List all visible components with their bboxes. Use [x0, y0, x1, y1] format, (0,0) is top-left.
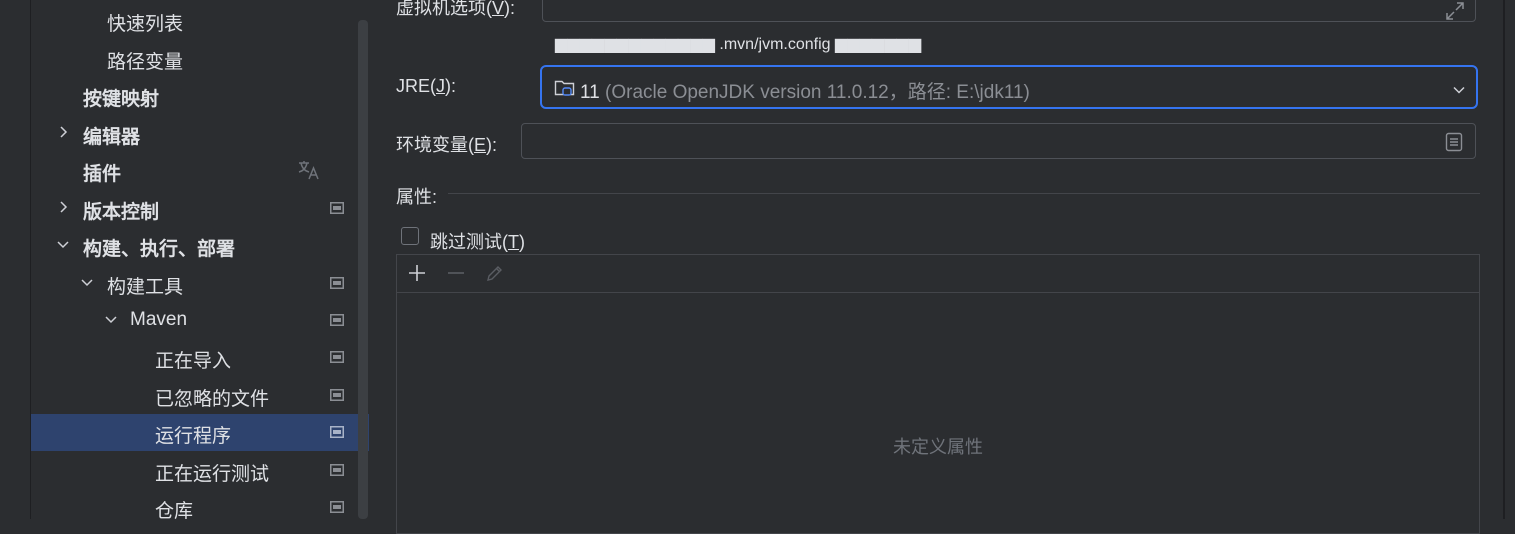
- sidebar-item-label: 快速列表: [107, 14, 184, 35]
- project-scope-icon: [330, 202, 344, 214]
- env-vars-label: 环境变量(E):: [396, 135, 498, 155]
- sidebar-item-label: 构建、执行、部署: [83, 239, 236, 260]
- project-scope-icon: [330, 351, 344, 363]
- sidebar-item-label: 正在导入: [155, 351, 232, 372]
- translate-icon: [297, 159, 321, 181]
- expand-icon[interactable]: [1445, 1, 1465, 21]
- sidebar-item-build-execution-deployment[interactable]: 构建、执行、部署: [31, 227, 369, 264]
- sidebar-item-ignored-files[interactable]: 已忽略的文件: [31, 377, 369, 414]
- sidebar-scrollbar[interactable]: [358, 20, 368, 519]
- jre-combobox[interactable]: 11 (Oracle OpenJDK version 11.0.12，路径: E…: [540, 65, 1478, 109]
- sidebar-item-label: 正在运行测试: [155, 464, 270, 485]
- chevron-down-icon[interactable]: [1452, 81, 1466, 95]
- sidebar-item-build-tools[interactable]: 构建工具: [31, 265, 369, 302]
- sidebar-item-label: 版本控制: [83, 202, 160, 223]
- sidebar-item-label: 编辑器: [83, 127, 141, 148]
- jre-label: JRE(J):: [396, 76, 456, 96]
- project-scope-icon: [330, 501, 344, 513]
- folder-jdk-icon: [554, 78, 576, 98]
- project-scope-icon: [330, 426, 344, 438]
- chevron-right-icon[interactable]: [55, 199, 71, 215]
- project-scope-icon: [330, 277, 344, 289]
- sidebar-item-runner[interactable]: 运行程序: [31, 414, 369, 451]
- skip-tests-label[interactable]: 跳过测试(T): [430, 228, 525, 254]
- sidebar-item-label: 按键映射: [83, 89, 160, 110]
- chevron-down-icon[interactable]: [55, 236, 71, 252]
- project-scope-icon: [330, 314, 344, 326]
- sidebar-item-label: 已忽略的文件: [155, 389, 270, 410]
- settings-sidebar: 快速列表 路径变量 按键映射 编辑器 插件 版本控制 构建、执行、部署 构建工具…: [31, 0, 369, 522]
- sidebar-item-path-variables[interactable]: 路径变量: [31, 40, 369, 77]
- sidebar-item-maven[interactable]: Maven: [31, 302, 369, 339]
- sidebar-item-label: Maven: [130, 309, 188, 330]
- skip-tests-checkbox[interactable]: [401, 227, 419, 245]
- document-icon[interactable]: [1445, 132, 1463, 152]
- empty-table-text: 未定义属性: [893, 437, 983, 457]
- sidebar-item-running-tests[interactable]: 正在运行测试: [31, 452, 369, 489]
- sidebar-item-importing[interactable]: 正在导入: [31, 339, 369, 376]
- sidebar-item-label: 路径变量: [107, 52, 184, 73]
- minus-icon[interactable]: [446, 263, 466, 283]
- window-border: [1503, 0, 1505, 519]
- vm-options-hint: ▆▆▆▆▆▆▆▆▆▆▆▆▆ .mvn/jvm.config ▆▆▆▆▆▆▆: [555, 36, 922, 53]
- env-vars-field[interactable]: [521, 123, 1476, 159]
- sidebar-item-label: 插件: [83, 164, 122, 185]
- properties-label: 属性:: [396, 187, 438, 207]
- vm-options-field[interactable]: [542, 0, 1476, 22]
- project-scope-icon: [330, 464, 344, 476]
- chevron-right-icon[interactable]: [55, 124, 71, 140]
- chevron-down-icon[interactable]: [79, 274, 95, 290]
- pencil-icon[interactable]: [485, 263, 505, 283]
- sidebar-item-version-control[interactable]: 版本控制: [31, 190, 369, 227]
- properties-table[interactable]: 未定义属性: [396, 254, 1480, 534]
- sidebar-item-keymap[interactable]: 按键映射: [31, 77, 369, 114]
- sidebar-item-repositories[interactable]: 仓库: [31, 489, 369, 526]
- vm-options-label: 虚拟机选项(V):: [396, 0, 516, 18]
- jre-value: 11 (Oracle OpenJDK version 11.0.12，路径: E…: [580, 82, 1030, 103]
- sidebar-item-label: 构建工具: [107, 277, 184, 298]
- sidebar-item-editor[interactable]: 编辑器: [31, 115, 369, 152]
- sidebar-item-quick-lists[interactable]: 快速列表: [31, 2, 369, 39]
- properties-toolbar: [397, 255, 1479, 293]
- project-scope-icon: [330, 389, 344, 401]
- chevron-down-icon[interactable]: [103, 311, 119, 327]
- left-tool-strip: [0, 0, 31, 519]
- plus-icon[interactable]: [407, 263, 427, 283]
- sidebar-item-label: 运行程序: [155, 426, 232, 447]
- sidebar-item-plugins[interactable]: 插件: [31, 152, 369, 189]
- section-divider: [448, 193, 1480, 194]
